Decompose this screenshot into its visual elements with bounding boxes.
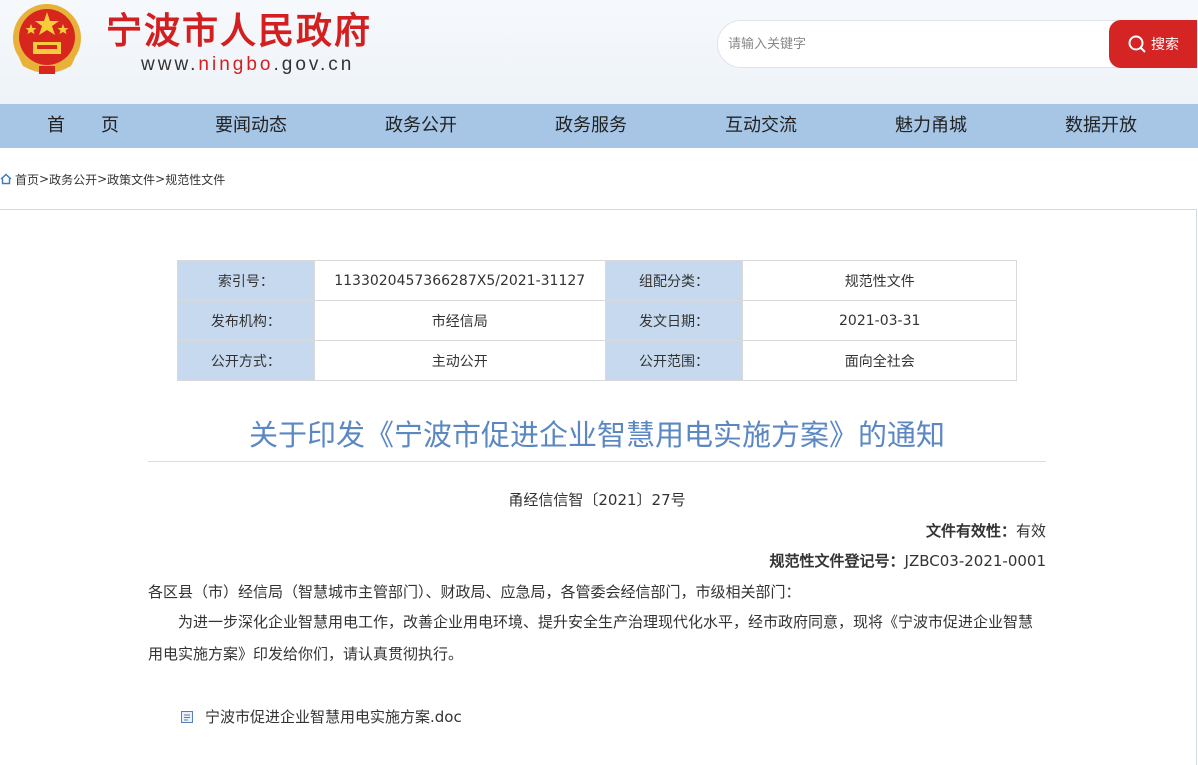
body-paragraph: 为进一步深化企业智慧用电工作，改善企业用电环境、提升安全生产治理现代化水平，经市…: [148, 613, 1034, 663]
title-divider: [148, 461, 1046, 462]
registration-label: 规范性文件登记号：: [769, 552, 905, 570]
nav-item-news[interactable]: 要闻动态: [166, 104, 336, 148]
breadcrumb-government-affairs[interactable]: 政务公开: [49, 171, 97, 188]
breadcrumb-policy-documents[interactable]: 政策文件: [107, 171, 155, 188]
breadcrumb-normative-documents[interactable]: 规范性文件: [165, 171, 225, 188]
meta-value-issue-date: 2021-03-31: [742, 300, 1017, 341]
meta-row: 索引号： 1133020457366287X5/2021-31127 组配分类：…: [177, 260, 1017, 301]
site-url: www.ningbo.gov.cn: [141, 54, 354, 76]
breadcrumb-separator: >: [39, 172, 50, 186]
breadcrumb-separator: >: [97, 172, 108, 186]
search-input[interactable]: [728, 31, 1098, 57]
meta-label-issue-date: 发文日期：: [604, 300, 744, 341]
validity-label: 文件有效性：: [925, 522, 1016, 540]
meta-label-disclosure-scope: 公开范围：: [604, 340, 744, 381]
site-header: 宁波市人民政府 www.ningbo.gov.cn 搜索: [0, 0, 1198, 104]
breadcrumb: 首页 > 政务公开 > 政策文件 > 规范性文件: [0, 170, 225, 188]
meta-value-disclosure-scope: 面向全社会: [742, 340, 1017, 381]
document-file-icon: [181, 710, 193, 723]
meta-label-publisher: 发布机构：: [177, 300, 315, 341]
nav-item-charm-city[interactable]: 魅力甬城: [846, 104, 1016, 148]
search-button[interactable]: 搜索: [1109, 20, 1197, 68]
main-nav: 首 页 要闻动态 政务公开 政务服务 互动交流 魅力甬城 数据开放: [0, 104, 1198, 148]
site-url-prefix: www.: [141, 54, 199, 75]
search-button-label: 搜索: [1151, 37, 1179, 53]
registration-number: 规范性文件登记号：JZBC03-2021-0001: [770, 550, 1046, 571]
document-meta-table: 索引号： 1133020457366287X5/2021-31127 组配分类：…: [177, 260, 1017, 381]
meta-label-disclosure-method: 公开方式：: [177, 340, 315, 381]
attachment-filename: 宁波市促进企业智慧用电实施方案.doc: [205, 708, 462, 726]
addressee-paragraph: 各区县（市）经信局（智慧城市主管部门）、财政局、应急局，各管委会经信部门，市级相…: [148, 583, 801, 601]
meta-value-publisher: 市经信局: [313, 300, 606, 341]
document-number: 甬经信信智〔2021〕27号: [508, 491, 686, 509]
site-title: 宁波市人民政府: [106, 11, 373, 52]
meta-value-disclosure-method: 主动公开: [313, 340, 606, 381]
site-url-suffix: .gov.cn: [273, 54, 355, 75]
breadcrumb-home[interactable]: 首页: [15, 171, 39, 188]
meta-label-category: 组配分类：: [604, 260, 744, 301]
meta-row: 公开方式： 主动公开 公开范围： 面向全社会: [177, 340, 1017, 381]
nav-item-home[interactable]: 首 页: [0, 104, 166, 148]
validity-value: 有效: [1015, 522, 1046, 540]
nav-item-open-data[interactable]: 数据开放: [1016, 104, 1186, 148]
meta-row: 发布机构： 市经信局 发文日期： 2021-03-31: [177, 300, 1017, 341]
registration-value: JZBC03-2021-0001: [904, 552, 1046, 570]
search-icon: [1128, 35, 1146, 53]
meta-value-index-number: 1133020457366287X5/2021-31127: [313, 260, 606, 301]
national-emblem-icon: [13, 4, 81, 74]
site-url-highlight: ningbo: [198, 54, 274, 75]
document-validity: 文件有效性：有效: [926, 520, 1046, 541]
breadcrumb-separator: >: [155, 172, 166, 186]
attachment-link[interactable]: 宁波市促进企业智慧用电实施方案.doc: [180, 706, 462, 727]
nav-item-government-affairs[interactable]: 政务公开: [336, 104, 506, 148]
meta-label-index-number: 索引号：: [177, 260, 315, 301]
home-icon: [0, 173, 12, 185]
document-title: 关于印发《宁波市促进企业智慧用电实施方案》的通知: [248, 418, 945, 452]
meta-value-category: 规范性文件: [742, 260, 1017, 301]
nav-item-interaction[interactable]: 互动交流: [676, 104, 846, 148]
nav-item-government-services[interactable]: 政务服务: [506, 104, 676, 148]
